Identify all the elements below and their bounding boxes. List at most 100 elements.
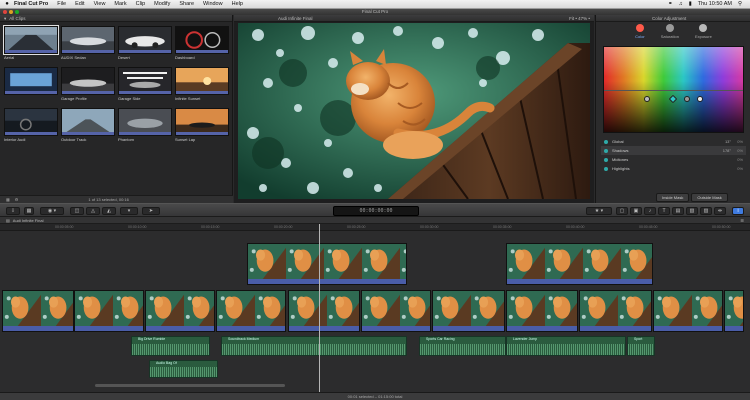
- storyline-clip[interactable]: [724, 290, 744, 332]
- music-browser-button[interactable]: ♪: [644, 207, 656, 215]
- storyline-clip[interactable]: [288, 290, 360, 332]
- connected-clip[interactable]: [506, 243, 653, 285]
- browser-clip[interactable]: Interior Audi: [4, 108, 58, 145]
- browser-clip[interactable]: Desert: [118, 26, 172, 63]
- param-label: Midtones: [612, 157, 629, 162]
- param-value[interactable]: 178°: [697, 148, 731, 153]
- tab-color[interactable]: Color: [635, 24, 645, 44]
- storyline-clip[interactable]: [2, 290, 74, 332]
- param-value[interactable]: 13°: [697, 139, 731, 144]
- wifi-icon[interactable]: ⚭: [668, 1, 673, 7]
- show-browser-button[interactable]: ▦: [24, 207, 34, 215]
- close-window-button[interactable]: [3, 10, 7, 14]
- browser-clip[interactable]: Outdoor Track: [61, 108, 115, 145]
- browser-clip[interactable]: Garage Side: [118, 67, 172, 104]
- midtones-puck[interactable]: [684, 96, 690, 102]
- storyline-clip[interactable]: [361, 290, 431, 332]
- color-param-row[interactable]: Global 13° 0%: [601, 137, 746, 146]
- transitions-browser-button[interactable]: ⇼: [714, 207, 726, 215]
- browser-clip[interactable]: Sunset Lap: [175, 108, 229, 145]
- storyline-clip[interactable]: [432, 290, 505, 332]
- zoom-window-button[interactable]: [15, 10, 19, 14]
- browser-clip[interactable]: Dashboard: [175, 26, 229, 63]
- themes-browser-button[interactable]: ▧: [686, 207, 698, 215]
- keyword-button[interactable]: ◉ ▾: [40, 207, 64, 215]
- edit-connect-button[interactable]: ◫: [70, 207, 84, 215]
- storyline-clip[interactable]: [506, 290, 578, 332]
- param-percent[interactable]: 0%: [731, 139, 743, 144]
- timeline-scrollbar[interactable]: [95, 384, 285, 387]
- highlights-puck[interactable]: [697, 96, 703, 102]
- param-percent[interactable]: 0%: [731, 166, 743, 171]
- generators-browser-button[interactable]: ▤: [672, 207, 684, 215]
- storyline-clip[interactable]: [216, 290, 286, 332]
- viewer-frame[interactable]: [238, 23, 590, 199]
- storyline-clip[interactable]: [579, 290, 652, 332]
- inspector-button[interactable]: i: [732, 207, 744, 215]
- menu-help[interactable]: Help: [232, 1, 243, 7]
- menu-file[interactable]: File: [57, 1, 66, 7]
- app-menu[interactable]: Final Cut Pro: [14, 1, 48, 7]
- titles-browser-button[interactable]: T: [658, 207, 670, 215]
- timeline-settings-icon[interactable]: ☰: [740, 217, 744, 223]
- browser-clip[interactable]: Aerial: [3, 25, 59, 63]
- audio-clip[interactable]: Sport: [627, 336, 655, 356]
- shadows-puck[interactable]: [668, 94, 678, 104]
- audio-clip[interactable]: Lavender Jump: [506, 336, 626, 356]
- photo-browser-button[interactable]: ▣: [630, 207, 642, 215]
- menu-window[interactable]: Window: [203, 1, 223, 7]
- minimize-window-button[interactable]: [9, 10, 13, 14]
- edit-append-button[interactable]: ◭: [102, 207, 116, 215]
- edit-insert-button[interactable]: ◬: [86, 207, 100, 215]
- tab-exposure[interactable]: Exposure: [695, 24, 712, 44]
- edit-mode-button[interactable]: ▾: [120, 207, 138, 215]
- volume-icon[interactable]: ♫: [679, 1, 683, 7]
- menu-mark[interactable]: Mark: [114, 1, 126, 7]
- storyline-clip[interactable]: [74, 290, 144, 332]
- color-param-row[interactable]: Shadows 178° 0%: [601, 146, 746, 155]
- import-button[interactable]: ⇩: [6, 207, 20, 215]
- color-board[interactable]: [603, 46, 744, 133]
- audio-clip[interactable]: Big Drive Rumble: [131, 336, 210, 356]
- param-percent[interactable]: 0%: [731, 157, 743, 162]
- filter-icon[interactable]: ▾: [4, 15, 6, 22]
- browser-clip[interactable]: AUDIX Sedan: [61, 26, 115, 63]
- media-browser-button[interactable]: ▢: [616, 207, 628, 215]
- enhance-button[interactable]: ★ ▾: [586, 207, 612, 215]
- playhead[interactable]: [319, 224, 320, 392]
- effects-browser-button[interactable]: ▨: [700, 207, 712, 215]
- select-tool-button[interactable]: ➤: [142, 207, 160, 215]
- menu-edit[interactable]: Edit: [75, 1, 84, 7]
- battery-icon[interactable]: ▮: [689, 1, 692, 7]
- apple-menu-icon[interactable]: ●: [0, 1, 14, 7]
- browser-clip[interactable]: Phantom: [118, 108, 172, 145]
- connected-clip[interactable]: [247, 243, 407, 285]
- audio-clip[interactable]: Soundtrack Medium: [221, 336, 407, 356]
- clip-frame-thumbnail: [255, 291, 285, 330]
- param-indicator-icon: [604, 139, 608, 144]
- clip-bar: [146, 326, 214, 331]
- tab-saturation[interactable]: Saturation: [661, 24, 679, 44]
- storyline-clip[interactable]: [145, 290, 215, 332]
- menu-modify[interactable]: Modify: [154, 1, 170, 7]
- storyline-clip[interactable]: [653, 290, 723, 332]
- global-puck[interactable]: [644, 96, 650, 102]
- color-param-row[interactable]: Midtones 0%: [601, 155, 746, 164]
- timeline-ruler[interactable]: 00:00:05:00 00:00:10:00 00:00:15:00 00:00:2…: [0, 224, 750, 231]
- color-param-row[interactable]: Highlights 0%: [601, 164, 746, 173]
- menu-clock[interactable]: Thu 10:50 AM: [698, 1, 732, 7]
- param-percent[interactable]: 0%: [731, 148, 743, 153]
- search-icon[interactable]: ⚲: [738, 1, 742, 7]
- outside-mask-button[interactable]: Outside Mask: [691, 193, 728, 202]
- menu-clip[interactable]: Clip: [136, 1, 145, 7]
- inside-mask-button[interactable]: Inside Mask: [656, 193, 690, 202]
- browser-clip[interactable]: [4, 67, 58, 104]
- audio-clip[interactable]: Sports Car Racing: [419, 336, 506, 356]
- viewer-zoom-menu[interactable]: Fit • 47% •: [569, 15, 590, 22]
- browser-clip[interactable]: Infinite Sunset: [175, 67, 229, 104]
- menu-view[interactable]: View: [94, 1, 106, 7]
- menu-share[interactable]: Share: [179, 1, 194, 7]
- dashboard-timecode[interactable]: 00:00:00:00: [333, 206, 419, 216]
- audio-clip[interactable]: Audio Bag Of: [149, 360, 218, 378]
- browser-clip[interactable]: Garage Profile: [61, 67, 115, 104]
